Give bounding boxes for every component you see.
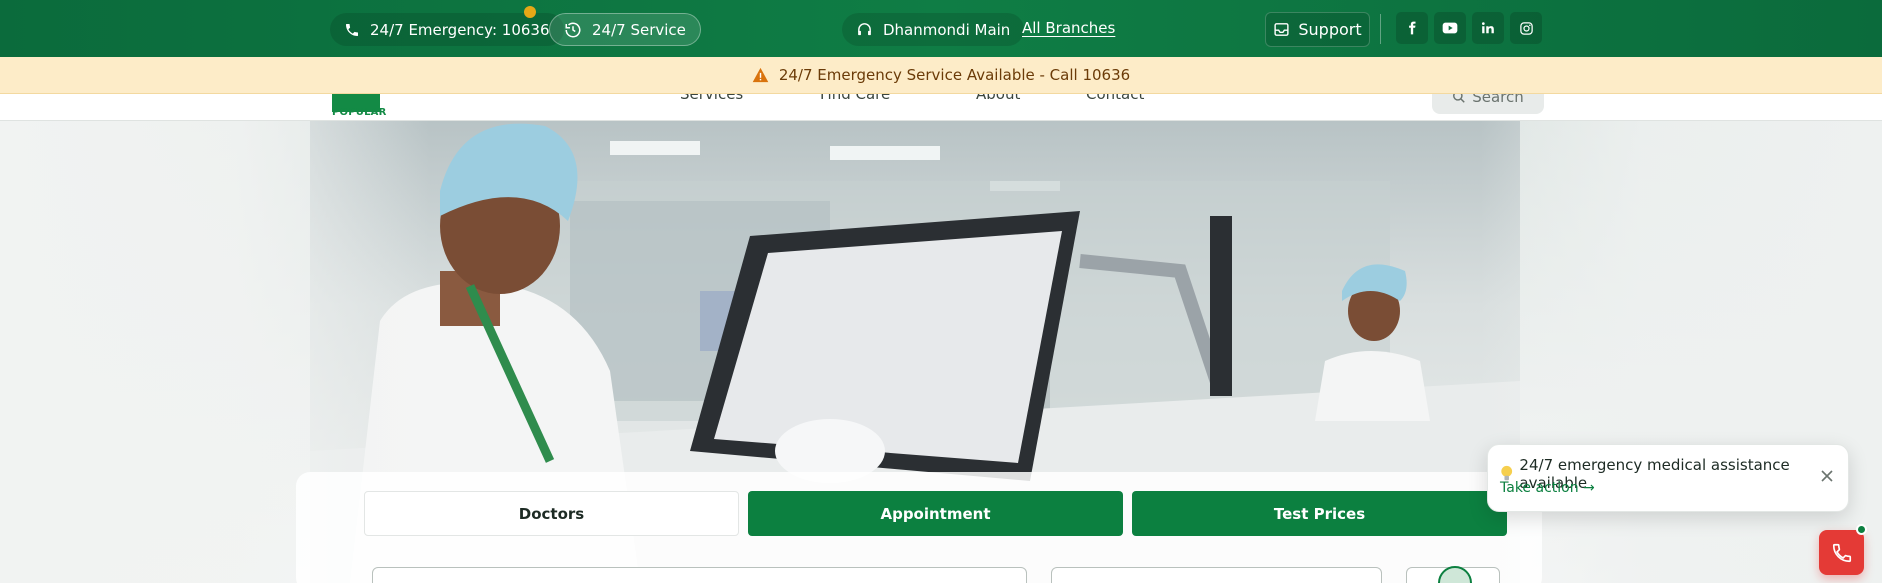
toast-action-link[interactable]: Take action →: [1500, 480, 1595, 496]
support-button[interactable]: Support: [1265, 12, 1370, 47]
facebook-icon: [1409, 21, 1416, 35]
tab-appointment[interactable]: Appointment: [748, 491, 1123, 536]
search-label: Search: [1472, 94, 1524, 106]
banner-text: 24/7 Emergency Service Available - Call …: [778, 66, 1131, 84]
service-button[interactable]: 24/7 Service: [549, 13, 701, 46]
linkedin-link[interactable]: [1472, 12, 1504, 44]
instagram-link[interactable]: [1510, 12, 1542, 44]
emergency-banner: 24/7 Emergency Service Available - Call …: [0, 57, 1882, 94]
phone-icon: [1832, 543, 1851, 562]
top-bar: 24/7 Emergency: 10636 24/7 Service Dhanm…: [0, 0, 1882, 57]
headset-icon: [858, 23, 871, 36]
facebook-link[interactable]: [1396, 12, 1428, 44]
support-label: Support: [1298, 20, 1362, 39]
all-branches-link[interactable]: All Branches: [1022, 19, 1115, 37]
search-button[interactable]: Search: [1432, 94, 1544, 114]
service-label: 24/7 Service: [592, 20, 686, 39]
tab-doctors[interactable]: Doctors: [364, 491, 739, 536]
search-icon: [1453, 94, 1465, 103]
notification-dot: [524, 6, 536, 18]
youtube-link[interactable]: [1434, 12, 1466, 44]
specialty-select[interactable]: [1051, 567, 1382, 583]
close-icon[interactable]: [1820, 469, 1834, 483]
branch-selector[interactable]: Dhanmondi Main: [842, 13, 1025, 46]
branch-label: Dhanmondi Main: [883, 20, 1011, 39]
nav-item-contact[interactable]: Contact: [1086, 94, 1144, 103]
main-nav: POPULAR Services Find Care About Contact…: [0, 94, 1882, 121]
doctor-search-field[interactable]: [372, 567, 1027, 583]
emergency-toast: 24/7 emergency medical assistance availa…: [1487, 444, 1849, 512]
history-icon: [565, 22, 581, 37]
divider: [1380, 14, 1381, 44]
status-badge: [1856, 524, 1867, 535]
phone-icon: [346, 23, 358, 36]
linkedin-icon: [1481, 22, 1494, 34]
youtube-icon: [1442, 22, 1458, 34]
nav-item-about[interactable]: About: [976, 94, 1020, 103]
warning-icon: [752, 67, 769, 83]
nav-item-find-care[interactable]: Find Care: [820, 94, 890, 103]
logo-text: POPULAR: [332, 107, 387, 118]
tab-test-prices[interactable]: Test Prices: [1132, 491, 1507, 536]
inbox-icon: [1274, 23, 1289, 36]
instagram-icon: [1519, 21, 1533, 35]
call-button[interactable]: [1819, 530, 1864, 575]
nav-item-services[interactable]: Services: [680, 94, 743, 103]
emergency-label: 24/7 Emergency: 10636: [370, 20, 550, 39]
